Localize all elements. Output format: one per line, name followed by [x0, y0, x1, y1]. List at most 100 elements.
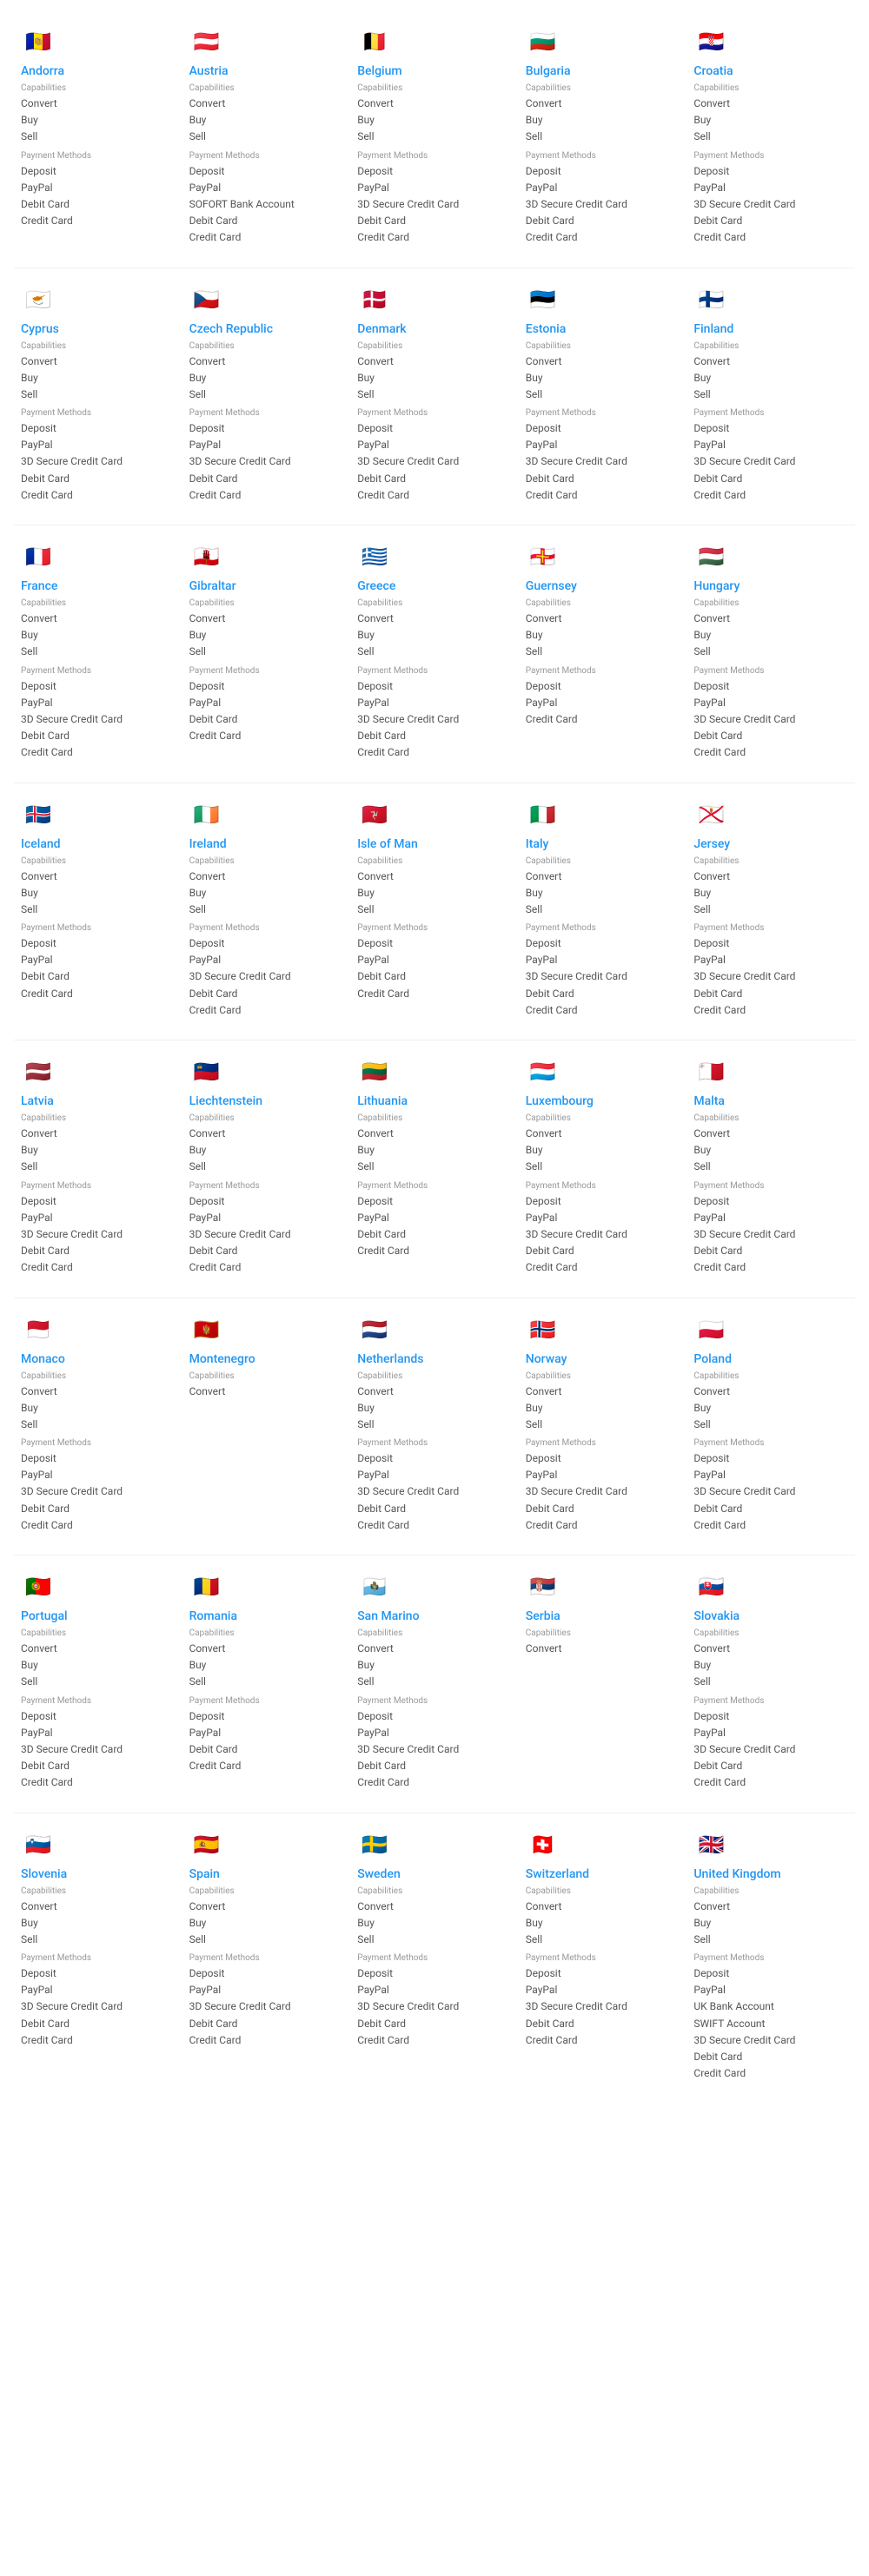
capability-item: Sell [21, 386, 176, 403]
payment-item: Deposit [189, 1965, 344, 1982]
capability-item: Buy [357, 1142, 512, 1159]
payment-item: Debit Card [357, 2016, 512, 2032]
payment-item: 3D Secure Credit Card [357, 711, 512, 728]
payment-methods-label: Payment Methods [21, 666, 176, 676]
country-card: 🇷🇴 Romania Capabilities ConvertBuySell P… [182, 1559, 351, 1809]
payment-item: 3D Secure Credit Card [693, 2032, 848, 2049]
capability-item: Sell [526, 386, 680, 403]
payment-item: Credit Card [526, 1002, 680, 1019]
country-flag: 🇫🇮 [693, 282, 728, 317]
capability-item: Convert [693, 353, 848, 370]
country-flag: 🇵🇹 [21, 1569, 56, 1604]
payment-item: SOFORT Bank Account [189, 196, 344, 213]
payment-methods-label: Payment Methods [21, 151, 176, 161]
payment-item: PayPal [693, 695, 848, 711]
payment-item: 3D Secure Credit Card [526, 196, 680, 213]
payment-item: PayPal [357, 437, 512, 453]
capability-item: Sell [357, 1417, 512, 1433]
capability-item: Convert [21, 1641, 176, 1657]
payment-item: Deposit [21, 1193, 176, 1210]
capability-item: Convert [189, 1899, 344, 1915]
capability-item: Convert [357, 96, 512, 112]
capabilities-label: Capabilities [526, 83, 680, 93]
country-card: 🇵🇹 Portugal Capabilities ConvertBuySell … [14, 1559, 182, 1809]
capability-item: Buy [693, 1657, 848, 1674]
payment-item: PayPal [21, 1982, 176, 1998]
payment-item: PayPal [189, 1210, 344, 1226]
capabilities-label: Capabilities [693, 598, 848, 608]
country-flag: 🇬🇬 [526, 539, 561, 574]
payment-methods-label: Payment Methods [693, 1181, 848, 1191]
country-grid: 🇦🇩 Andorra Capabilities ConvertBuySell P… [14, 14, 855, 2099]
payment-methods-label: Payment Methods [357, 1181, 512, 1191]
payment-item: PayPal [526, 1210, 680, 1226]
payment-item: Deposit [189, 935, 344, 952]
payment-item: 3D Secure Credit Card [526, 1226, 680, 1243]
payment-methods-label: Payment Methods [357, 1696, 512, 1706]
capability-item: Sell [693, 1159, 848, 1175]
country-card: 🇭🇷 Croatia Capabilities ConvertBuySell P… [687, 14, 855, 264]
capability-item: Buy [693, 885, 848, 902]
payment-item: 3D Secure Credit Card [693, 968, 848, 985]
payment-item: Credit Card [21, 213, 176, 229]
country-name: Greece [357, 579, 512, 593]
country-name: Italy [526, 837, 680, 851]
payment-item: Debit Card [693, 2049, 848, 2065]
capability-item: Convert [189, 96, 344, 112]
payment-item: PayPal [357, 180, 512, 196]
capabilities-label: Capabilities [189, 1886, 344, 1896]
country-flag: 🇮🇪 [189, 797, 224, 832]
payment-item: PayPal [693, 952, 848, 968]
payment-item: Debit Card [357, 968, 512, 985]
capability-item: Convert [189, 1384, 344, 1400]
payment-item: Deposit [693, 1450, 848, 1467]
payment-item: PayPal [357, 952, 512, 968]
country-name: Spain [189, 1867, 344, 1881]
capability-item: Convert [189, 1641, 344, 1657]
capability-item: Convert [526, 353, 680, 370]
payment-item: Credit Card [21, 1774, 176, 1791]
country-card: 🇸🇪 Sweden Capabilities ConvertBuySell Pa… [350, 1817, 519, 2100]
payment-item: Debit Card [526, 986, 680, 1002]
capabilities-label: Capabilities [357, 1886, 512, 1896]
payment-item: Deposit [526, 163, 680, 180]
capabilities-label: Capabilities [189, 856, 344, 866]
payment-item: 3D Secure Credit Card [526, 1998, 680, 2015]
country-card: 🇬🇧 United Kingdom Capabilities ConvertBu… [687, 1817, 855, 2100]
country-flag: 🇮🇹 [526, 797, 561, 832]
capability-item: Sell [189, 644, 344, 660]
payment-item: Credit Card [357, 2032, 512, 2049]
capability-item: Convert [21, 611, 176, 627]
capabilities-label: Capabilities [357, 856, 512, 866]
capability-item: Buy [21, 112, 176, 129]
country-name: Liechtenstein [189, 1094, 344, 1108]
payment-item: PayPal [21, 1725, 176, 1741]
payment-item: Credit Card [189, 229, 344, 246]
payment-methods-label: Payment Methods [693, 408, 848, 418]
capability-item: Convert [526, 1641, 680, 1657]
capability-item: Sell [357, 902, 512, 918]
payment-item: PayPal [21, 180, 176, 196]
country-name: Switzerland [526, 1867, 680, 1881]
payment-item: 3D Secure Credit Card [357, 1483, 512, 1500]
payment-item: 3D Secure Credit Card [21, 1998, 176, 2015]
country-name: Slovenia [21, 1867, 176, 1881]
payment-item: UK Bank Account [693, 1998, 848, 2015]
country-card: 🇩🇰 Denmark Capabilities ConvertBuySell P… [350, 272, 519, 522]
country-name: Belgium [357, 64, 512, 78]
country-flag: 🇷🇸 [526, 1569, 561, 1604]
capability-item: Buy [357, 1657, 512, 1674]
country-flag: 🇲🇪 [189, 1312, 224, 1347]
capability-item: Sell [21, 1159, 176, 1175]
capability-item: Buy [526, 885, 680, 902]
payment-item: Debit Card [526, 471, 680, 487]
country-name: Portugal [21, 1609, 176, 1623]
payment-methods-label: Payment Methods [189, 1181, 344, 1191]
capability-item: Buy [357, 1915, 512, 1932]
capabilities-label: Capabilities [526, 1113, 680, 1123]
capability-item: Convert [526, 1899, 680, 1915]
row-divider [14, 1555, 855, 1556]
capabilities-label: Capabilities [21, 856, 176, 866]
capability-item: Convert [21, 353, 176, 370]
payment-item: Deposit [357, 935, 512, 952]
